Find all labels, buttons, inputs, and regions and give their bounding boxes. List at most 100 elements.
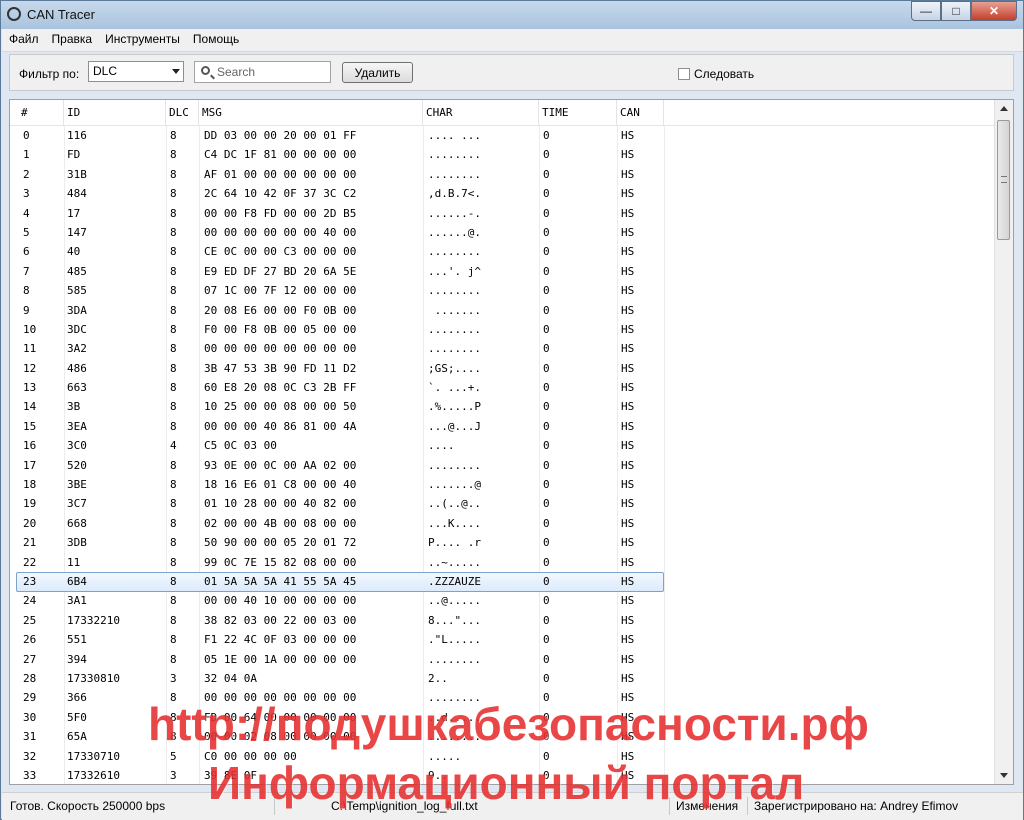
menu-tools[interactable]: Инструменты	[98, 29, 186, 50]
cell-index: 11	[23, 342, 37, 356]
table-row[interactable]: 28 17330810 3 32 04 0A 2.. 0 HS	[10, 669, 995, 688]
vertical-scrollbar[interactable]	[994, 100, 1013, 784]
table-row[interactable]: 16 3C0 4 C5 0C 03 00.... 0 HS	[10, 436, 995, 455]
header-can[interactable]: CAN	[617, 100, 664, 125]
header-dlc[interactable]: DLC	[166, 100, 199, 125]
cell-dlc: 8	[170, 516, 177, 530]
cell-dlc: 8	[170, 225, 177, 239]
cell-can: HS	[621, 342, 635, 356]
cell-dlc: 8	[170, 322, 177, 336]
cell-id: 17332610	[67, 768, 120, 782]
cell-index: 30	[23, 710, 37, 724]
table-row[interactable]: 7 485 8 E9 ED DF 27 BD 20 6A 5E ...'. j^ 0 HS	[10, 262, 995, 281]
header-index[interactable]: #	[18, 100, 64, 125]
cell-dlc: 3	[170, 671, 177, 685]
search-box[interactable]	[194, 61, 331, 83]
cell-time: 0	[543, 303, 550, 317]
cell-index: 16	[23, 439, 37, 453]
table-row[interactable]: 12 486 8 3B 47 53 3B 90 FD 11 D2 ;GS;.... 0 HS	[10, 359, 995, 378]
cell-index: 27	[23, 652, 37, 666]
cell-msg: 00 00 00 00 00 00 40 00	[204, 225, 357, 239]
cell-dlc: 8	[170, 381, 177, 395]
table-row[interactable]: 25 17332210 8 38 82 03 00 22 00 03 00 8...".…	[10, 611, 995, 630]
cell-index: 29	[23, 691, 37, 705]
table-row[interactable]: 6 40 8 CE 0C 00 00 C3 00 00 00........ 0 HS	[10, 242, 995, 261]
cell-id: FD	[67, 148, 81, 162]
cell-can: HS	[621, 633, 635, 647]
cell-index: 20	[23, 516, 37, 530]
table-row[interactable]: 10 3DC 8 F0 00 F8 0B 00 05 00 00........ 0 HS	[10, 320, 995, 339]
table-row[interactable]: 0 116 8 DD 03 00 00 20 00 01 FF .... ... 0 HS	[10, 126, 995, 145]
cell-msg: 32 04 0A	[204, 671, 257, 685]
menu-help[interactable]: Помощь	[186, 29, 245, 50]
follow-label: Следовать	[694, 67, 755, 81]
table-row[interactable]: 24 3A1 8 00 00 40 10 00 00 00 00 ..@..... 0 HS	[10, 591, 995, 610]
toolbar: Фильтр по: DLC Удалить Следовать	[9, 54, 1014, 91]
table-row[interactable]: 14 3B 8 10 25 00 00 08 00 00 50 .%.....P 0 HS	[10, 397, 995, 416]
header-id[interactable]: ID	[64, 100, 166, 125]
cell-index: 15	[23, 419, 37, 433]
app-icon	[7, 7, 21, 21]
cell-char: ........	[428, 167, 481, 181]
cell-time: 0	[543, 381, 550, 395]
cell-index: 12	[23, 361, 37, 375]
maximize-button[interactable]: □	[941, 1, 971, 21]
table-row[interactable]: 8 585 8 07 1C 00 7F 12 00 00 00........ 0 HS	[10, 281, 995, 300]
close-button[interactable]: ✕	[971, 1, 1017, 21]
cell-char: ...'. j^	[428, 264, 481, 278]
cell-char: ........	[428, 148, 481, 162]
cell-char: ........	[428, 284, 481, 298]
follow-checkbox[interactable]	[678, 68, 690, 80]
table-row[interactable]: 17 520 8 93 0E 00 0C 00 AA 02 00........ 0 HS	[10, 456, 995, 475]
scroll-up-arrow-icon[interactable]	[995, 100, 1012, 117]
table-row[interactable]: 2 31B 8 AF 01 00 00 00 00 00 00........ 0 HS	[10, 165, 995, 184]
table-row[interactable]: 27 394 8 05 1E 00 1A 00 00 00 00........ 0 HS	[10, 650, 995, 669]
cell-msg: 00 00 00 40 86 81 00 4A	[204, 419, 357, 433]
header-time[interactable]: TIME	[539, 100, 617, 125]
cell-index: 7	[23, 264, 30, 278]
cell-time: 0	[543, 574, 550, 588]
cell-can: HS	[621, 555, 635, 569]
rows-container: 0 116 8 DD 03 00 00 20 00 01 FF.... ... 0 HS 1…	[10, 126, 995, 784]
table-row[interactable]: 23 6B4 8 01 5A 5A 5A 41 55 5A 45 .ZZZAUZE 0 HS	[10, 571, 995, 593]
table-row[interactable]: 9 3DA 8 20 08 E6 00 00 F0 0B 00 ....... 0 HS	[10, 301, 995, 320]
cell-msg: 00 00 40 10 00 00 00 00	[204, 594, 357, 608]
cell-index: 9	[23, 303, 30, 317]
table-row[interactable]: 3 484 8 2C 64 10 42 0F 37 3C C2 ,d.B.7<. 0 HS	[10, 184, 995, 203]
header-msg[interactable]: MSG	[199, 100, 423, 125]
cell-time: 0	[543, 361, 550, 375]
table-row[interactable]: 15 3EA 8 00 00 00 40 86 81 00 4A ...@...J 0 HS	[10, 417, 995, 436]
table-row[interactable]: 21 3DB 8 50 90 00 00 05 20 01 72 P.... .r 0 HS	[10, 533, 995, 552]
table-row[interactable]: 22 11 8 99 0C 7E 15 82 08 00 00 ..~..... 0 HS	[10, 553, 995, 572]
cell-id: 663	[67, 381, 87, 395]
table-row[interactable]: 1 FD 8 C4 DC 1F 81 00 00 00 00........ 0 HS	[10, 145, 995, 164]
table-row[interactable]: 11 3A2 8 00 00 00 00 00 00 00 00........ 0 HS	[10, 339, 995, 358]
cell-dlc: 8	[170, 264, 177, 278]
minimize-button[interactable]: —	[911, 1, 941, 21]
cell-index: 24	[23, 594, 37, 608]
cell-dlc: 3	[170, 768, 177, 782]
search-input[interactable]	[217, 64, 325, 80]
table-row[interactable]: 26 551 8 F1 22 4C 0F 03 00 00 00 ."L..... 0 HS	[10, 630, 995, 649]
title-bar[interactable]: CAN Tracer — □ ✕	[1, 1, 1023, 29]
table-row[interactable]: 19 3C7 8 01 10 28 00 00 40 82 00 ..(..@.. 0 HS	[10, 494, 995, 513]
menu-edit[interactable]: Правка	[45, 29, 99, 50]
table-row[interactable]: 13 663 8 60 E8 20 08 0C C3 2B FF `. ...+. 0 HS	[10, 378, 995, 397]
follow-toggle[interactable]: Следовать	[678, 67, 754, 81]
message-grid[interactable]: # ID DLC MSG CHAR TIME CAN 0 116 8 DD 03 00…	[9, 99, 1014, 785]
cell-time: 0	[543, 322, 550, 336]
cell-can: HS	[621, 245, 635, 259]
filter-select[interactable]: DLC	[88, 61, 184, 82]
cell-can: HS	[621, 187, 635, 201]
scroll-down-arrow-icon[interactable]	[995, 767, 1012, 784]
table-row[interactable]: 4 17 8 00 00 F8 FD 00 00 2D B5 ......-. 0 HS	[10, 204, 995, 223]
delete-button[interactable]: Удалить	[342, 62, 413, 83]
header-char[interactable]: CHAR	[423, 100, 539, 125]
table-row[interactable]: 5 147 8 00 00 00 00 00 00 40 00 ......@. 0 HS	[10, 223, 995, 242]
table-row[interactable]: 18 3BE 8 18 16 E6 01 C8 00 00 40 .......@ 0 HS	[10, 475, 995, 494]
cell-index: 21	[23, 536, 37, 550]
scroll-thumb[interactable]	[997, 120, 1010, 240]
menu-file[interactable]: Файл	[2, 29, 45, 50]
table-row[interactable]: 20 668 8 02 00 00 4B 00 08 00 00 ...K.... 0 HS	[10, 514, 995, 533]
cell-id: 17330710	[67, 749, 120, 763]
